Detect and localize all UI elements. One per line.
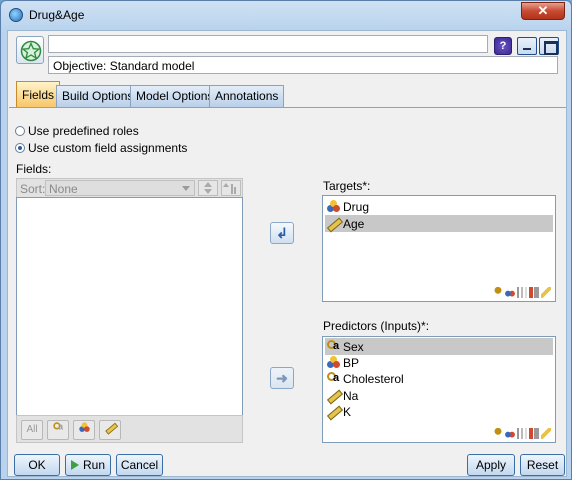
dialog-window: Drug&Age ✕ ? Objective: Standard model F… — [0, 0, 572, 480]
typeless-filter-icon[interactable] — [529, 287, 539, 298]
field-name: Sex — [343, 339, 364, 354]
continuous-icon — [327, 405, 340, 418]
filter-nominal-button[interactable] — [73, 420, 95, 440]
list-item[interactable]: K — [325, 403, 553, 420]
continuous-filter-icon[interactable] — [541, 287, 551, 298]
list-item[interactable]: Cholesterol — [325, 370, 553, 387]
targets-list[interactable]: Drug Age — [322, 195, 556, 302]
continuous-icon — [327, 217, 340, 230]
flag-icon — [327, 372, 340, 385]
filter-continuous-button[interactable] — [99, 420, 121, 440]
model-node-icon — [16, 36, 44, 64]
flag-filter-icon[interactable] — [493, 287, 503, 298]
continuous-filter-icon[interactable] — [541, 428, 551, 439]
radio-predefined-roles[interactable]: Use predefined roles — [15, 124, 139, 138]
radio-label: Use predefined roles — [28, 124, 139, 138]
radio-label: Use custom field assignments — [28, 141, 188, 155]
list-item[interactable]: Drug — [325, 198, 553, 215]
filter-flag-button[interactable] — [47, 420, 69, 440]
nominal-icon — [327, 200, 340, 213]
ordinal-filter-icon[interactable] — [517, 287, 527, 298]
play-icon — [70, 460, 79, 470]
move-to-predictors-button[interactable]: ➜ — [270, 367, 294, 389]
sort-value: None — [49, 182, 78, 196]
tab-build-options[interactable]: Build Options — [56, 85, 140, 107]
fields-label: Fields: — [16, 162, 52, 176]
list-item[interactable]: Na — [325, 387, 553, 404]
field-name: K — [343, 404, 352, 419]
list-item-selected[interactable]: Sex — [325, 338, 553, 355]
title-bar[interactable]: Drug&Age ✕ — [1, 1, 571, 29]
field-name: Na — [343, 388, 359, 403]
radio-button[interactable] — [15, 126, 25, 136]
field-name: BP — [343, 355, 360, 370]
sort-bar: Sort: None — [16, 178, 243, 198]
list-item[interactable]: BP — [325, 354, 553, 371]
help-button[interactable]: ? — [494, 37, 512, 55]
nominal-icon — [78, 422, 90, 432]
move-to-targets-button[interactable]: ↲ — [270, 222, 294, 244]
field-name: Drug — [343, 199, 370, 214]
close-icon[interactable]: ✕ — [521, 2, 565, 20]
type-filter-icons — [493, 428, 551, 439]
flag-icon — [327, 340, 340, 353]
ok-button[interactable]: OK — [14, 454, 60, 476]
type-filter-icons — [493, 287, 551, 298]
field-name: Cholesterol — [343, 371, 404, 386]
nominal-icon — [327, 356, 340, 369]
sort-type-icon — [223, 183, 236, 194]
maximize-icon[interactable] — [539, 37, 559, 55]
field-name: Age — [343, 216, 365, 231]
typeless-filter-icon[interactable] — [529, 428, 539, 439]
predictors-list[interactable]: Sex BP Cholesterol Na K — [322, 336, 556, 443]
radio-custom-assignments[interactable]: Use custom field assignments — [15, 141, 187, 155]
sort-dropdown[interactable]: None — [45, 180, 195, 196]
filter-all-button[interactable]: All — [21, 420, 43, 440]
run-label: Run — [82, 458, 105, 472]
list-item-selected[interactable]: Age — [325, 215, 553, 232]
tab-annotations[interactable]: Annotations — [209, 85, 285, 107]
radio-button-selected[interactable] — [15, 143, 25, 153]
predictors-label: Predictors (Inputs)*: — [323, 319, 430, 333]
up-down-arrows-icon — [204, 182, 212, 194]
targets-label: Targets*: — [323, 179, 371, 193]
field-filter-bar: All — [16, 415, 243, 443]
fields-list[interactable] — [16, 197, 243, 416]
nominal-filter-icon[interactable] — [505, 428, 515, 439]
reset-button[interactable]: Reset — [520, 454, 565, 476]
objective-text: Objective: Standard model — [48, 56, 558, 74]
tab-fields[interactable]: Fields — [16, 81, 61, 107]
continuous-icon — [105, 422, 115, 432]
continuous-icon — [327, 389, 340, 402]
chevron-down-icon — [182, 186, 190, 191]
flag-icon — [52, 422, 63, 432]
sort-label: Sort: — [20, 182, 46, 196]
node-name-input[interactable] — [48, 35, 488, 53]
cancel-button[interactable]: Cancel — [116, 454, 163, 476]
minimize-icon[interactable] — [517, 37, 537, 55]
app-icon — [9, 8, 23, 22]
nominal-filter-icon[interactable] — [505, 287, 515, 298]
apply-button[interactable]: Apply — [467, 454, 515, 476]
sort-by-type-button[interactable] — [221, 180, 241, 196]
sort-order-button[interactable] — [198, 180, 218, 196]
window-title: Drug&Age — [29, 8, 85, 22]
ordinal-filter-icon[interactable] — [517, 428, 527, 439]
tab-model-options[interactable]: Model Options — [130, 85, 220, 107]
run-button[interactable]: Run — [65, 454, 111, 476]
flag-filter-icon[interactable] — [493, 428, 503, 439]
dialog-client: ? Objective: Standard model Fields Build… — [7, 30, 567, 477]
